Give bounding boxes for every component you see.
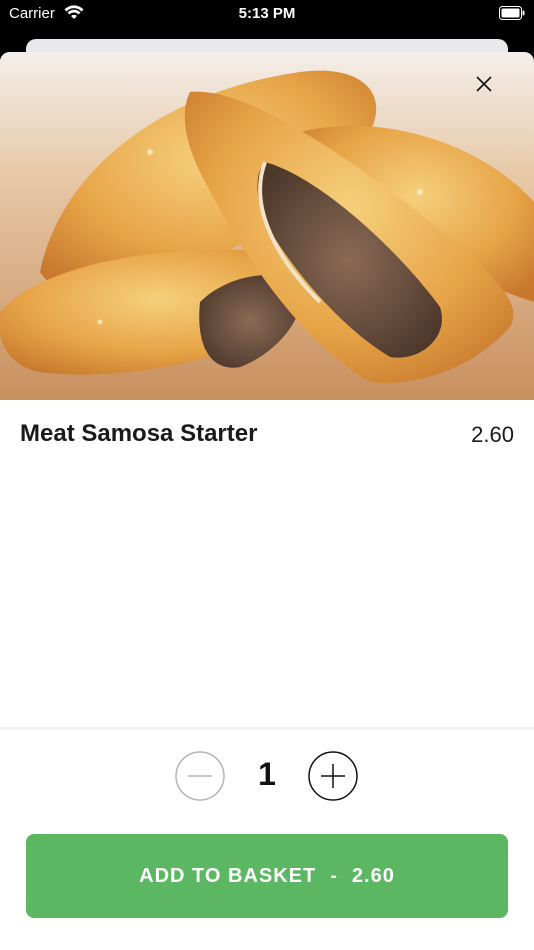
quantity-stepper: 1: [0, 750, 534, 804]
status-bar: Carrier 5:13 PM: [0, 0, 534, 30]
status-time: 5:13 PM: [238, 5, 296, 22]
add-button-label: ADD TO BASKET: [139, 864, 317, 887]
item-photo: [0, 52, 534, 400]
item-name: Meat Samosa Starter: [20, 420, 258, 447]
close-icon: [476, 76, 492, 92]
add-to-basket-button[interactable]: ADD TO BASKET - 2.60: [26, 834, 508, 918]
add-button-separator: -: [330, 864, 338, 887]
increase-quantity-button[interactable]: [308, 751, 358, 801]
close-button[interactable]: [466, 66, 502, 102]
decrease-quantity-button[interactable]: [175, 751, 225, 801]
quantity-value: 1: [258, 756, 276, 792]
plus-icon: [308, 751, 358, 801]
item-detail-sheet: Meat Samosa Starter 2.60 1 ADD TO BASKET…: [0, 52, 534, 950]
item-header: Meat Samosa Starter 2.60: [20, 420, 514, 452]
add-button-total: 2.60: [351, 864, 395, 887]
battery-icon: [499, 6, 525, 20]
divider: [0, 727, 534, 731]
item-price: 2.60: [471, 422, 514, 447]
minus-icon: [175, 751, 225, 801]
